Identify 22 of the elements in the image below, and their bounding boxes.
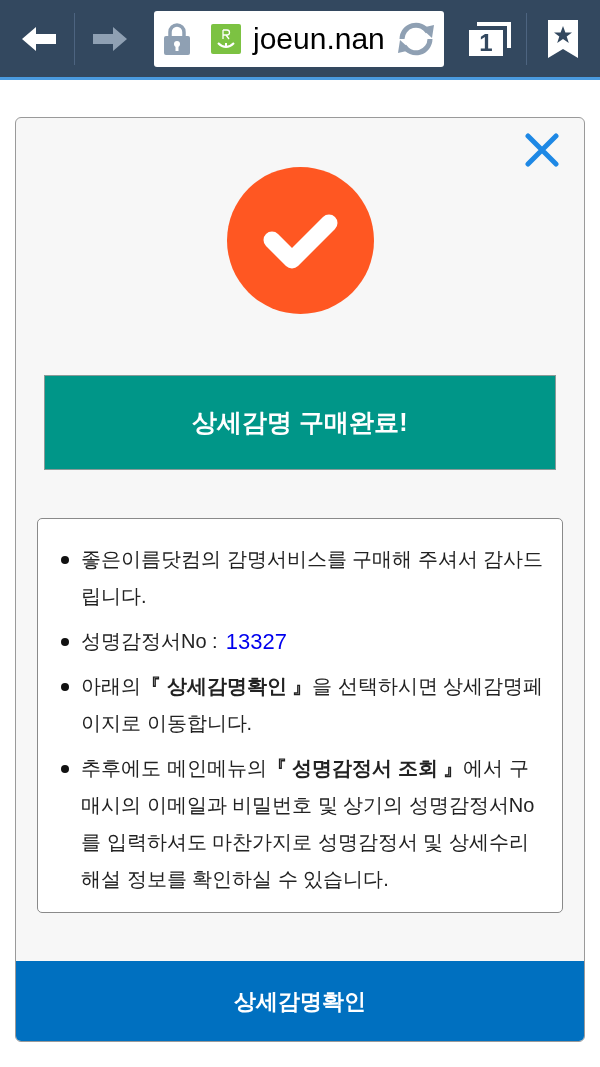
address-bar[interactable]: joeun.nan	[154, 10, 444, 67]
forward-arrow-icon	[93, 24, 129, 53]
lock-icon	[164, 22, 190, 55]
url-text: joeun.nan	[253, 20, 385, 57]
back-button[interactable]	[20, 24, 56, 53]
info-text: 추후에도 메인메뉴의『 성명감정서 조회 』에서 구매시의 이메일과 비밀번호 및 상기의 성명감정서No를 입력하셔도 마찬가지로 성명감정서 및 상세수리해설 정보를 확인하실 수 있습니다.	[81, 756, 536, 892]
site-favicon-icon	[211, 23, 241, 54]
bookmark-icon[interactable]	[548, 19, 578, 58]
bullet-icon	[61, 555, 69, 564]
bullet-icon	[61, 764, 69, 773]
bullet-icon	[61, 637, 69, 646]
info-text: 좋은이름닷컴의 감명서비스를 구매해 주셔서 감사드립니다.	[81, 547, 545, 609]
info-text: 아래의『 상세감명확인 』을 선택하시면 상세감명페이지로 이동합니다.	[81, 674, 545, 736]
back-arrow-icon	[20, 24, 56, 53]
check-circle-icon	[226, 167, 374, 314]
close-icon	[525, 133, 559, 167]
bullet-icon	[61, 682, 69, 691]
certificate-number: 13327	[225, 628, 287, 656]
detail-view-button[interactable]: 상세감명확인	[16, 961, 584, 1041]
purchase-complete-banner: 상세감명 구매완료!	[44, 375, 556, 470]
close-button[interactable]	[524, 132, 560, 168]
certificate-number-label: 성명감정서No :	[81, 629, 218, 654]
